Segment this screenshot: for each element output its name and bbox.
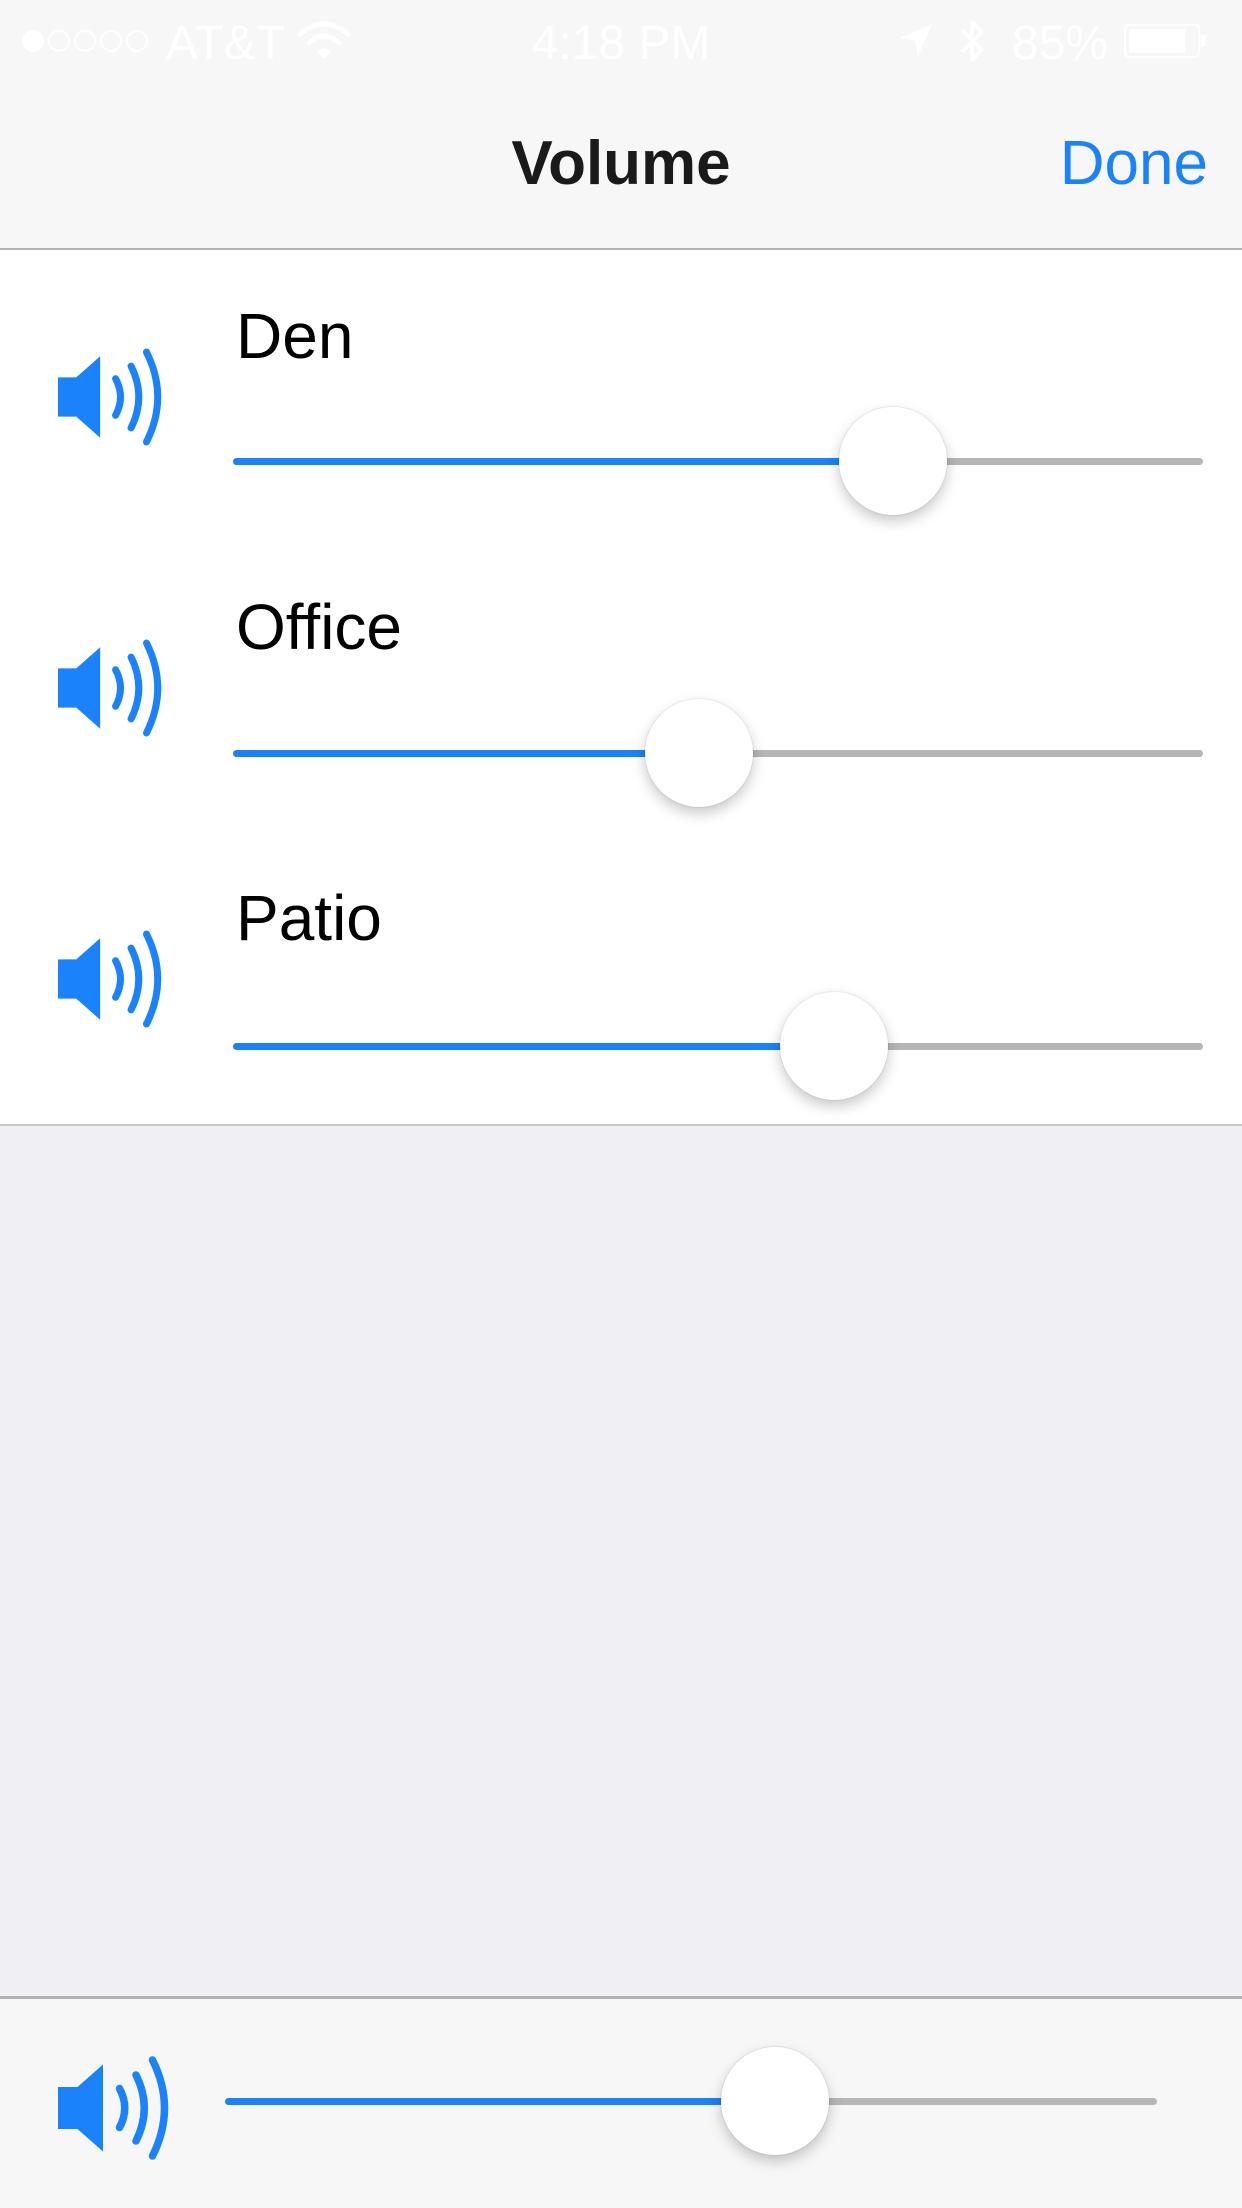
room-row-patio: Patio xyxy=(0,832,1242,1123)
location-arrow-icon xyxy=(900,24,932,56)
slider-thumb[interactable] xyxy=(838,407,947,515)
page-title: Volume xyxy=(511,129,731,198)
room-volume-list: Den Office Patio xyxy=(0,250,1242,1126)
slider-thumb[interactable] xyxy=(644,699,753,807)
room-row-den: Den xyxy=(0,250,1242,541)
slider-thumb[interactable] xyxy=(720,2047,829,2155)
speaker-volume-icon xyxy=(58,2049,184,2167)
master-volume-slider[interactable] xyxy=(225,2046,1157,2156)
slider-fill xyxy=(233,750,699,757)
office-volume-slider[interactable] xyxy=(233,698,1203,808)
done-button[interactable]: Done xyxy=(1060,128,1208,200)
bluetooth-icon xyxy=(960,20,984,62)
patio-volume-slider[interactable] xyxy=(233,991,1203,1101)
master-volume-bar xyxy=(0,1996,1242,2208)
battery-icon xyxy=(1124,24,1206,58)
room-name: Den xyxy=(236,300,354,372)
slider-fill xyxy=(233,458,893,465)
den-volume-slider[interactable] xyxy=(233,406,1203,516)
navigation-header: AT&T 4:18 PM 85% Volume Done xyxy=(0,0,1242,250)
slider-fill xyxy=(225,2098,775,2105)
slider-fill xyxy=(233,1043,835,1050)
speaker-volume-icon xyxy=(58,633,176,743)
empty-background xyxy=(0,1126,1242,1996)
slider-thumb[interactable] xyxy=(780,992,889,1100)
speaker-volume-icon xyxy=(58,342,176,452)
status-bar: AT&T 4:18 PM 85% xyxy=(0,0,1242,84)
speaker-volume-icon xyxy=(58,924,176,1034)
room-name: Patio xyxy=(236,882,382,954)
battery-percentage: 85% xyxy=(1012,17,1109,70)
room-row-office: Office xyxy=(0,541,1242,832)
room-name: Office xyxy=(236,591,402,663)
battery-level-fill xyxy=(1129,29,1186,53)
